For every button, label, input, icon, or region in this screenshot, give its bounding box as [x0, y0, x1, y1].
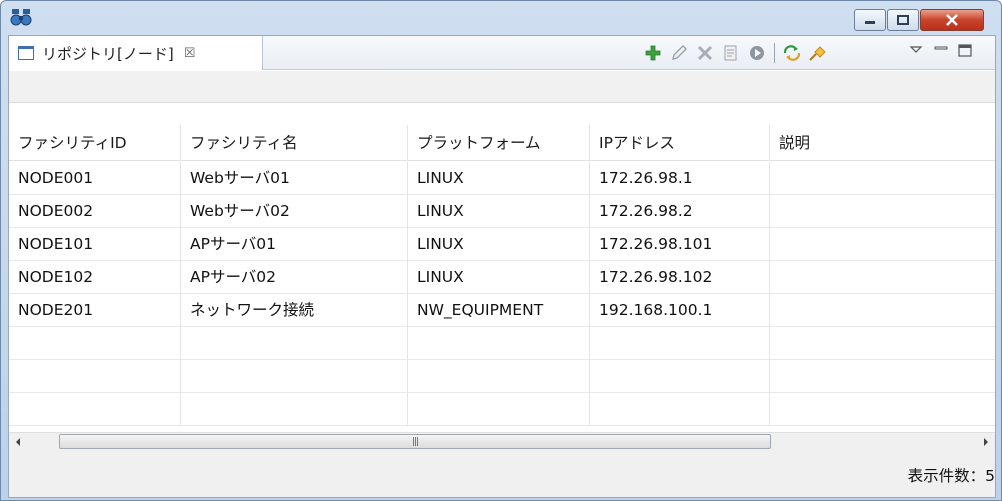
scroll-left-button[interactable]: [9, 433, 27, 451]
table-row[interactable]: NODE001 Webサーバ01 LINUX 172.26.98.1: [9, 162, 995, 195]
cell-platform: LINUX: [408, 162, 590, 195]
tab-repository-node[interactable]: リポジトリ[ノード] ☒: [9, 36, 263, 70]
minimize-window-button[interactable]: [854, 9, 886, 31]
view-minimize-icon[interactable]: [934, 42, 948, 58]
horizontal-scrollbar[interactable]: |||: [9, 432, 995, 450]
tab-title: リポジトリ[ノード]: [42, 44, 174, 63]
view-toolbar: [641, 42, 832, 64]
arrow-right-icon: [984, 438, 988, 446]
cell-empty: [408, 393, 590, 426]
cell-description: [770, 294, 995, 327]
view-icon: [18, 46, 34, 60]
add-button[interactable]: [641, 42, 665, 64]
table-row-empty: [9, 327, 995, 360]
status-bar: 表示件数：5: [9, 450, 995, 497]
binoculars-icon: [10, 9, 32, 26]
view-maximize-icon[interactable]: [958, 42, 972, 58]
cell-empty: [181, 327, 408, 360]
cell-ip-address: 192.168.100.1: [590, 294, 770, 327]
maximize-window-button[interactable]: [887, 9, 919, 31]
application-window: リポジトリ[ノード] ☒ ファシリティID ファシリティ名 プラットフォーム I…: [0, 0, 1002, 501]
edit-icon: [672, 45, 687, 60]
delete-icon: [697, 45, 713, 61]
table-header: ファシリティID ファシリティ名 プラットフォーム IPアドレス 説明: [9, 125, 995, 161]
maximize-icon: [897, 15, 909, 25]
add-icon: [645, 45, 661, 61]
close-icon: [946, 14, 958, 26]
cell-empty: [9, 393, 181, 426]
cell-empty: [9, 327, 181, 360]
refresh-icon: [783, 45, 801, 61]
minimize-icon: [865, 21, 875, 24]
cell-platform: NW_EQUIPMENT: [408, 294, 590, 327]
copy-button[interactable]: [719, 42, 743, 64]
cell-facility-name: Webサーバ02: [181, 195, 408, 228]
cell-description: [770, 261, 995, 294]
cell-facility-id: NODE102: [9, 261, 181, 294]
cell-empty: [408, 360, 590, 393]
cell-empty: [590, 393, 770, 426]
table-row[interactable]: NODE101 APサーバ01 LINUX 172.26.98.101: [9, 228, 995, 261]
grip-icon: |||: [411, 436, 419, 447]
table-row-empty: [9, 393, 995, 426]
edit-button[interactable]: [667, 42, 691, 64]
cell-facility-id: NODE201: [9, 294, 181, 327]
cell-platform: LINUX: [408, 228, 590, 261]
cell-description: [770, 195, 995, 228]
cell-facility-name: Webサーバ01: [181, 162, 408, 195]
table-row[interactable]: NODE201 ネットワーク接続 NW_EQUIPMENT 192.168.10…: [9, 294, 995, 327]
cell-empty: [590, 327, 770, 360]
cell-facility-name: ネットワーク接続: [181, 294, 408, 327]
copy-icon: [724, 45, 737, 61]
pin-button[interactable]: [806, 42, 830, 64]
repository-node-view: リポジトリ[ノード] ☒ ファシリティID ファシリティ名 プラットフォーム I…: [8, 35, 996, 498]
view-menu-icon[interactable]: [909, 42, 923, 58]
delete-button[interactable]: [693, 42, 717, 64]
column-header-platform[interactable]: プラットフォーム: [408, 125, 590, 161]
view-tab-strip: リポジトリ[ノード] ☒: [9, 36, 995, 70]
cell-empty: [770, 327, 995, 360]
cell-empty: [181, 393, 408, 426]
cell-empty: [770, 393, 995, 426]
scroll-right-button[interactable]: [977, 433, 995, 451]
toolbar-separator: [774, 43, 775, 63]
scrollbar-thumb[interactable]: |||: [59, 434, 771, 449]
cell-description: [770, 162, 995, 195]
column-header-ip-address[interactable]: IPアドレス: [590, 125, 770, 161]
refresh-button[interactable]: [780, 42, 804, 64]
cell-facility-id: NODE002: [9, 195, 181, 228]
column-header-facility-name[interactable]: ファシリティ名: [181, 125, 408, 161]
cell-empty: [408, 327, 590, 360]
arrow-left-icon: [16, 438, 20, 446]
title-bar[interactable]: [1, 1, 1001, 35]
cell-facility-id: NODE101: [9, 228, 181, 261]
cell-empty: [590, 360, 770, 393]
cell-facility-name: APサーバ01: [181, 228, 408, 261]
cell-empty: [9, 360, 181, 393]
cell-facility-id: NODE001: [9, 162, 181, 195]
close-window-button[interactable]: [920, 9, 984, 31]
tab-close-icon[interactable]: ☒: [184, 46, 196, 61]
cell-description: [770, 228, 995, 261]
table-row[interactable]: NODE102 APサーバ02 LINUX 172.26.98.102: [9, 261, 995, 294]
cell-platform: LINUX: [408, 195, 590, 228]
cell-empty: [181, 360, 408, 393]
pin-icon: [809, 46, 826, 61]
table-row-empty: [9, 360, 995, 393]
cell-ip-address: 172.26.98.102: [590, 261, 770, 294]
cell-ip-address: 172.26.98.2: [590, 195, 770, 228]
column-header-facility-id[interactable]: ファシリティID: [9, 125, 181, 161]
table-row[interactable]: NODE002 Webサーバ02 LINUX 172.26.98.2: [9, 195, 995, 228]
record-count: 表示件数：5: [907, 467, 995, 485]
cell-empty: [770, 360, 995, 393]
column-header-description[interactable]: 説明: [770, 125, 995, 161]
filter-area: [9, 71, 995, 103]
cell-facility-name: APサーバ02: [181, 261, 408, 294]
cell-ip-address: 172.26.98.101: [590, 228, 770, 261]
enable-button[interactable]: [745, 42, 769, 64]
enable-icon: [750, 46, 764, 60]
cell-platform: LINUX: [408, 261, 590, 294]
cell-ip-address: 172.26.98.1: [590, 162, 770, 195]
